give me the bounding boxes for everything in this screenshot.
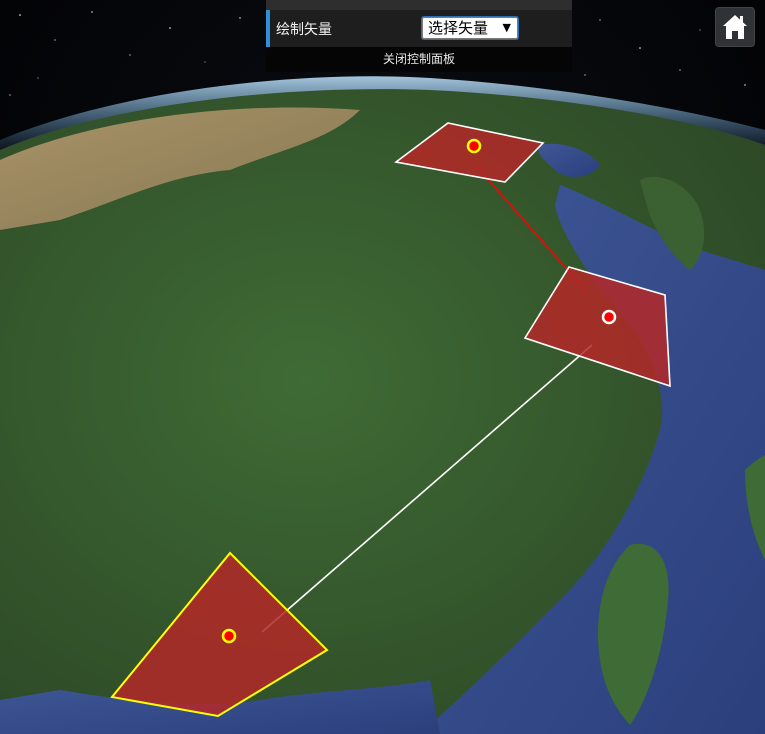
select-vector-value: 选择矢量	[428, 19, 489, 37]
north-point-marker[interactable]	[466, 138, 482, 154]
close-panel-button[interactable]: 关闭控制面板	[266, 47, 572, 72]
south-point-marker[interactable]	[221, 628, 237, 644]
east-point-marker[interactable]	[601, 309, 617, 325]
home-icon	[723, 15, 747, 39]
control-panel: 绘制矢量 选择矢量 ▼ 关闭控制面板	[266, 0, 572, 72]
globe-viewer[interactable]	[0, 0, 765, 734]
draw-vector-row: 绘制矢量 选择矢量 ▼	[266, 10, 572, 47]
home-button[interactable]	[715, 7, 755, 47]
select-vector-dropdown[interactable]: 选择矢量 ▼	[422, 17, 518, 39]
panel-top-bar	[266, 0, 572, 10]
draw-vector-label: 绘制矢量	[276, 22, 332, 38]
dropdown-arrow-icon: ▼	[502, 21, 511, 34]
